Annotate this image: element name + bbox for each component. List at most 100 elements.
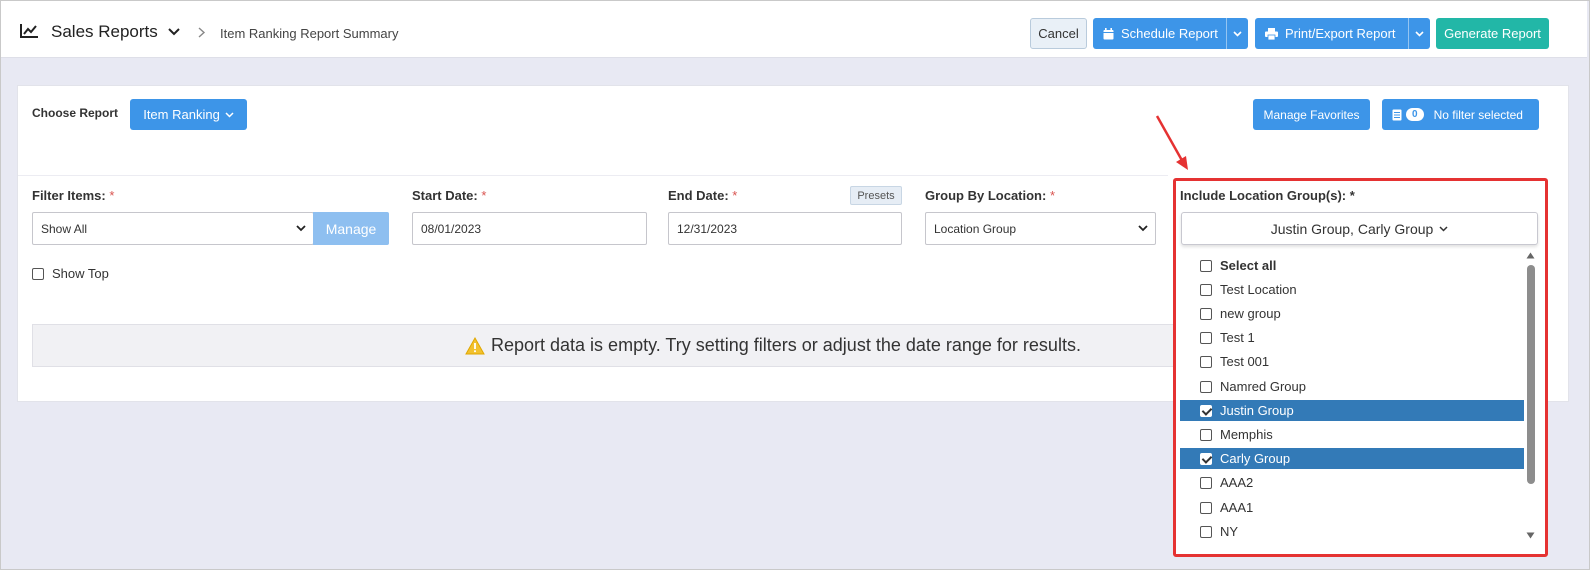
presets-button[interactable]: Presets [850, 186, 902, 205]
required-mark: * [481, 188, 487, 203]
section-divider [18, 175, 1168, 176]
chevron-down-icon [1439, 225, 1448, 232]
option-label: Select all [1220, 258, 1277, 273]
list-item-selected[interactable]: Justin Group [1180, 400, 1524, 421]
choose-report-label: Choose Report [32, 106, 119, 120]
manage-button[interactable]: Manage [313, 212, 389, 245]
option-label: Test 001 [1220, 354, 1270, 369]
option-label: Namred Group [1220, 379, 1306, 394]
option-label: Carly Group [1220, 451, 1291, 466]
group-by-value: Location Group [934, 221, 1017, 236]
printer-icon [1265, 27, 1278, 40]
line-chart-icon [20, 24, 38, 38]
schedule-report-button[interactable]: Schedule Report [1093, 18, 1248, 49]
document-icon [1392, 109, 1402, 120]
end-date-label: End Date: * [668, 188, 737, 203]
empty-message-text: Report data is empty. Try setting filter… [491, 335, 1081, 355]
list-item[interactable]: AAA2 [1180, 472, 1524, 493]
filter-status-label: No filter selected [1433, 107, 1523, 122]
checkbox-icon[interactable] [1200, 307, 1212, 320]
scrollbar-thumb[interactable] [1527, 265, 1535, 484]
list-item[interactable]: Test Location [1180, 279, 1524, 300]
list-item[interactable]: new group [1180, 303, 1524, 324]
group-by-location-label: Group By Location: * [925, 188, 1055, 203]
location-group-summary: Justin Group, Carly Group [1270, 220, 1434, 237]
empty-report-message: Report data is empty. Try setting filter… [465, 335, 1081, 356]
show-top-checkbox[interactable]: Show Top [32, 266, 109, 281]
cancel-button[interactable]: Cancel [1030, 18, 1087, 49]
report-select-button[interactable]: Item Ranking [130, 99, 247, 130]
scroll-down-icon[interactable] [1526, 532, 1535, 539]
end-date-label-text: End Date: [668, 188, 729, 203]
filter-status-button[interactable]: 0 No filter selected [1382, 99, 1539, 130]
annotation-arrow-icon [1155, 115, 1188, 170]
list-item[interactable]: Namred Group [1180, 376, 1524, 397]
group-by-label-text: Group By Location: [925, 188, 1047, 203]
print-export-button[interactable]: Print/Export Report [1255, 18, 1430, 49]
option-label: Justin Group [1220, 403, 1294, 418]
option-label: Memphis [1220, 427, 1273, 442]
checkbox-icon[interactable] [1200, 331, 1212, 344]
list-item[interactable]: AAA1 [1180, 497, 1524, 518]
checkbox-icon[interactable] [1200, 259, 1212, 272]
list-item-select-all[interactable]: Select all [1180, 255, 1524, 276]
option-label: new group [1220, 306, 1281, 321]
checkbox-checked-icon[interactable] [1200, 404, 1212, 417]
list-item[interactable]: Memphis [1180, 424, 1524, 445]
checkbox-icon[interactable] [1200, 355, 1212, 368]
show-top-label: Show Top [52, 266, 109, 281]
breadcrumb: Item Ranking Report Summary [220, 26, 399, 41]
option-label: AAA1 [1220, 500, 1254, 515]
required-mark: * [109, 188, 115, 203]
filter-items-value: Show All [41, 221, 88, 236]
checkbox-checked-icon[interactable] [1200, 452, 1212, 465]
chevron-down-icon [296, 225, 306, 232]
print-export-label: Print/Export Report [1285, 26, 1396, 41]
list-item[interactable]: Test 001 [1180, 351, 1524, 372]
checkbox-icon[interactable] [1200, 283, 1212, 296]
option-label: AAA2 [1220, 475, 1254, 490]
chevron-down-icon [1138, 225, 1148, 232]
list-item-selected[interactable]: Carly Group [1180, 448, 1524, 469]
list-item[interactable]: NY [1180, 521, 1524, 542]
calendar-icon [1103, 27, 1114, 40]
warning-icon [465, 336, 485, 354]
start-date-label-text: Start Date: [412, 188, 478, 203]
filter-count-badge: 0 [1406, 108, 1424, 121]
option-label: Test 1 [1220, 330, 1255, 345]
group-by-location-select[interactable]: Location Group [925, 212, 1156, 245]
include-location-groups-label: Include Location Group(s): * [1180, 188, 1355, 203]
start-date-input[interactable]: 08/01/2023 [412, 212, 647, 245]
page-title: Sales Reports [51, 22, 158, 41]
scroll-up-icon[interactable] [1526, 252, 1535, 259]
chevron-down-icon [1415, 30, 1424, 37]
filter-items-select[interactable]: Show All [32, 212, 314, 245]
schedule-report-label: Schedule Report [1121, 26, 1218, 41]
breadcrumb-chevron-icon [198, 27, 206, 38]
schedule-dropdown-toggle[interactable] [1226, 18, 1248, 49]
list-item[interactable]: Test 1 [1180, 327, 1524, 348]
generate-report-button[interactable]: Generate Report [1436, 18, 1549, 49]
chevron-down-icon [1233, 30, 1242, 37]
chevron-down-icon[interactable] [168, 28, 180, 36]
required-mark: * [732, 188, 738, 203]
checkbox-icon[interactable] [1200, 428, 1212, 441]
end-date-input[interactable]: 12/31/2023 [668, 212, 902, 245]
checkbox-icon[interactable] [1200, 380, 1212, 393]
checkbox-icon[interactable] [1200, 525, 1212, 538]
required-mark: * [1049, 188, 1056, 203]
location-group-options: Select all Test Location new group Test … [1180, 252, 1526, 542]
chevron-down-icon [225, 111, 234, 118]
report-select-label: Item Ranking [143, 107, 220, 122]
manage-favorites-button[interactable]: Manage Favorites [1253, 99, 1370, 130]
location-group-dropdown[interactable]: Justin Group, Carly Group [1181, 212, 1538, 245]
checkbox-icon[interactable] [1200, 501, 1212, 514]
filter-items-label: Filter Items: * [32, 188, 114, 203]
checkbox-icon[interactable] [32, 267, 44, 280]
filter-items-label-text: Filter Items: [32, 188, 106, 203]
print-dropdown-toggle[interactable] [1408, 18, 1430, 49]
option-label: Test Location [1220, 282, 1297, 297]
option-label: NY [1220, 524, 1239, 539]
checkbox-icon[interactable] [1200, 476, 1212, 489]
start-date-label: Start Date: * [412, 188, 486, 203]
